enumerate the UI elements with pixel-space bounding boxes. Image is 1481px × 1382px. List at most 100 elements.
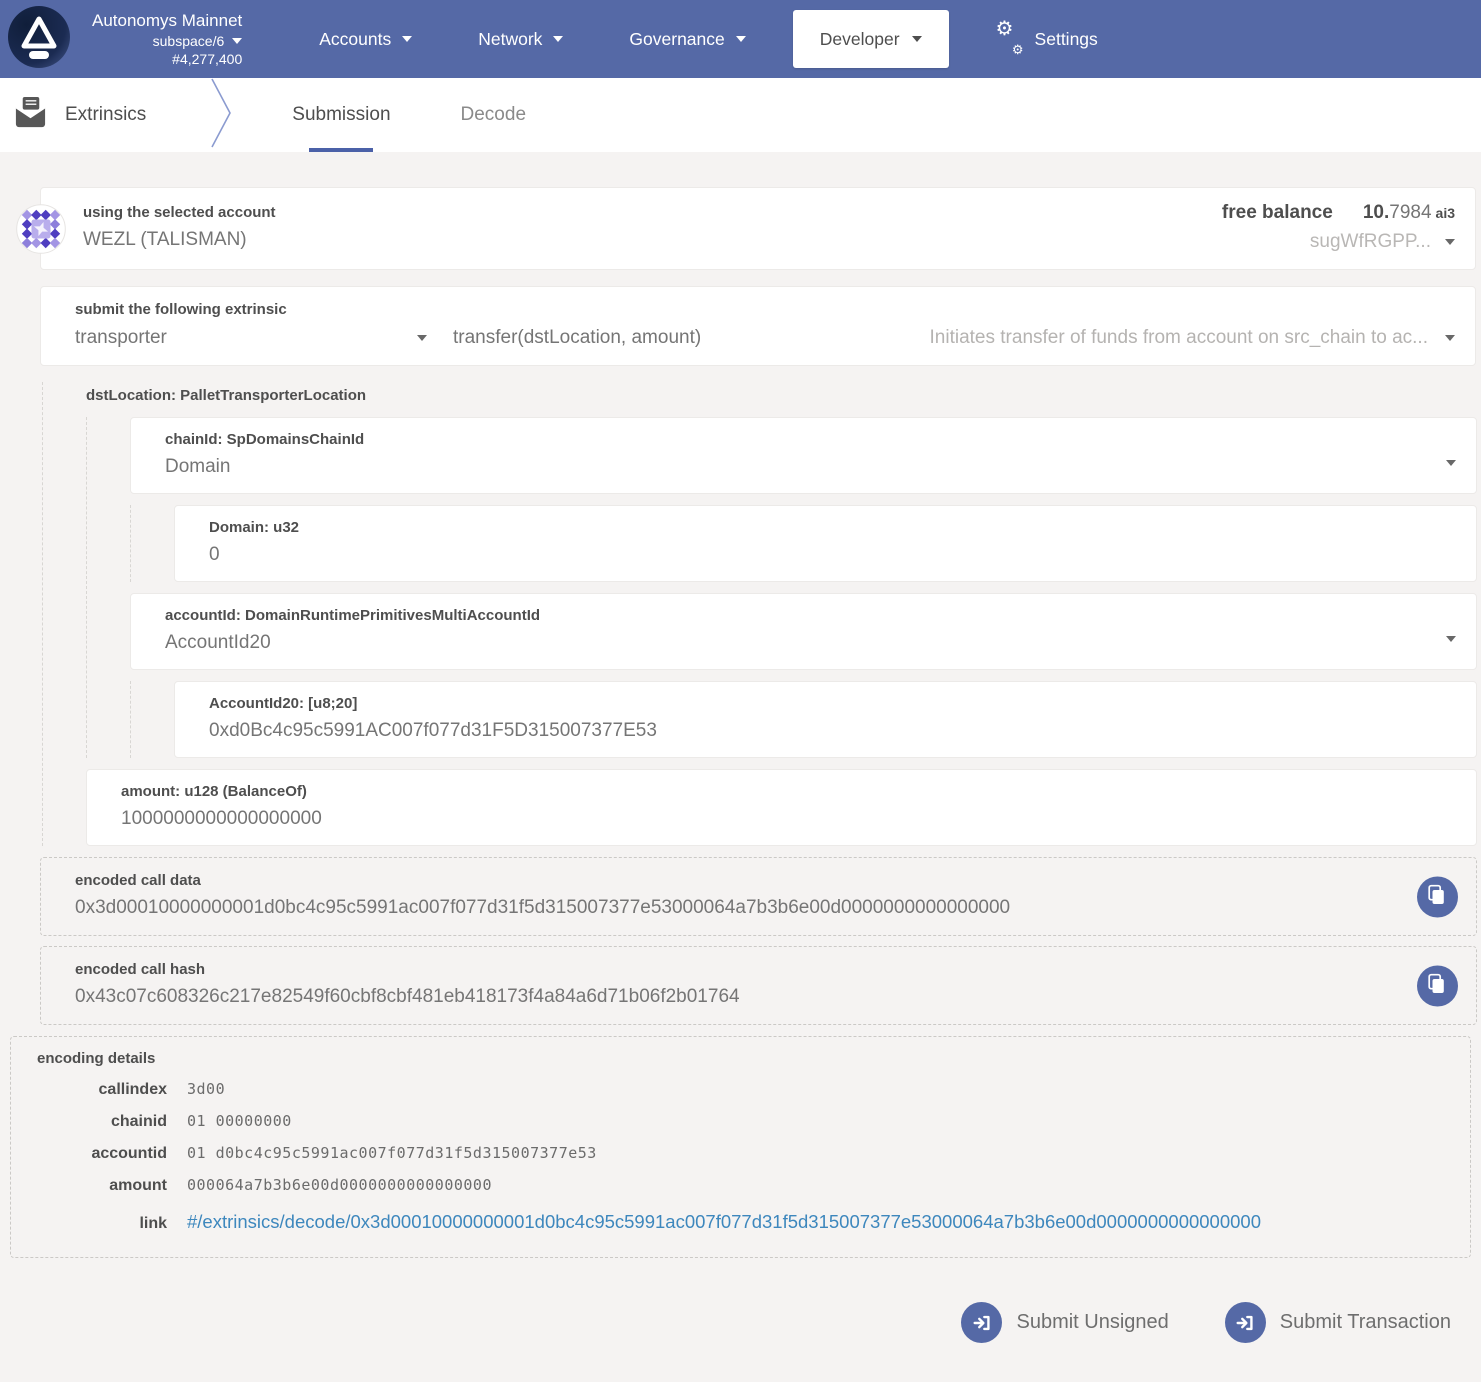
params-tree: dstLocation: PalletTransporterLocation c…: [42, 382, 1477, 846]
chain-id-select[interactable]: Domain: [165, 456, 1456, 478]
encoded-call-hash-label: encoded call hash: [75, 961, 1456, 978]
encoding-row-value: 000064a7b3b6e00d0000000000000000: [187, 1176, 492, 1194]
chevron-down-icon: [402, 36, 412, 42]
account-id-children: AccountId20: [u8;20] 0xd0Bc4c95c5991AC00…: [130, 681, 1477, 758]
nav-item-developer[interactable]: Developer: [793, 10, 949, 68]
free-balance-row: free balance 10.7984ai3: [1222, 202, 1455, 224]
nav-item-label: Settings: [1035, 29, 1098, 50]
amount-input-card: amount: u128 (BalanceOf) 100000000000000…: [86, 769, 1477, 846]
encoding-row-label: callindex: [37, 1081, 167, 1099]
submit-actions: Submit Unsigned Submit Transaction: [0, 1302, 1451, 1343]
encoding-row-amount: amount 000064a7b3b6e00d0000000000000000: [37, 1176, 1450, 1195]
chain-info: Autonomys Mainnet subspace/6 #4,277,400: [92, 10, 242, 68]
extrinsics-envelope-icon: [13, 95, 48, 135]
encoded-call-hash-box: encoded call hash 0x43c07c608326c217e825…: [40, 946, 1477, 1025]
encoding-row-label: amount: [37, 1177, 167, 1195]
account-id-label: accountId: DomainRuntimePrimitivesMultiA…: [165, 607, 1456, 624]
nav-item-governance[interactable]: Governance: [596, 0, 778, 78]
nav-item-label: Governance: [629, 29, 724, 50]
account-name: WEZL (TALISMAN): [83, 229, 276, 251]
submit-unsigned-label: Submit Unsigned: [1016, 1311, 1168, 1334]
account-identicon[interactable]: [16, 204, 66, 254]
chevron-down-icon: [553, 36, 563, 42]
chain-id-select-card: chainId: SpDomainsChainId Domain: [130, 417, 1477, 494]
page-title: Extrinsics: [65, 104, 146, 126]
copy-call-data-button[interactable]: [1417, 876, 1458, 917]
copy-call-hash-button[interactable]: [1417, 965, 1458, 1006]
runtime-selector[interactable]: subspace/6: [92, 32, 242, 50]
nav-item-label: Network: [478, 29, 542, 50]
encoding-row-accountid: accountid 01 d0bc4c95c5991ac007f077d31f5…: [37, 1144, 1450, 1163]
encoding-row-link: link #/extrinsics/decode/0x3d00010000000…: [37, 1211, 1450, 1233]
chevron-down-icon: [1445, 335, 1455, 341]
encoding-details-title: encoding details: [37, 1050, 1450, 1067]
tab-bar: Submission Decode: [292, 78, 526, 152]
amount-input[interactable]: 1000000000000000000: [121, 808, 1456, 830]
selected-account: using the selected account WEZL (TALISMA…: [83, 204, 276, 251]
account-address-dropdown[interactable]: sugWfRGPP...: [1310, 231, 1455, 253]
nav-item-network[interactable]: Network: [445, 0, 596, 78]
nav-item-settings[interactable]: ⚙⚙ Settings: [963, 0, 1131, 78]
pallet-select-value: transporter: [75, 327, 167, 349]
encoding-row-label: accountid: [37, 1145, 167, 1163]
page-subheader: Extrinsics Submission Decode: [0, 78, 1481, 152]
breadcrumb-chevron-icon: [208, 76, 234, 155]
encoded-call-data-value: 0x3d00010000000001d0bc4c95c5991ac007f077…: [75, 897, 1456, 919]
autonomys-logo-icon: [8, 6, 70, 73]
account-id-select[interactable]: AccountId20: [165, 632, 1456, 654]
top-navbar: Autonomys Mainnet subspace/6 #4,277,400 …: [0, 0, 1481, 78]
chain-id-children: Domain: u32 0: [130, 505, 1477, 582]
block-number: #4,277,400: [92, 50, 242, 68]
domain-input[interactable]: 0: [209, 544, 1456, 566]
dst-location-label: dstLocation: PalletTransporterLocation: [86, 382, 1477, 417]
account-balance-block: free balance 10.7984ai3 sugWfRGPP...: [1222, 202, 1455, 253]
encoded-call-hash-value: 0x43c07c608326c217e82549f60cbf8cbf481eb4…: [75, 986, 1456, 1008]
account-id20-input[interactable]: 0xd0Bc4c95c5991AC007f077d31F5D315007377E…: [209, 720, 1456, 742]
submit-transaction-label: Submit Transaction: [1280, 1311, 1451, 1334]
nav-item-accounts[interactable]: Accounts: [286, 0, 445, 78]
domain-input-card: Domain: u32 0: [174, 505, 1477, 582]
chain-id-label: chainId: SpDomainsChainId: [165, 431, 1456, 448]
nav-menu: Accounts Network Governance Developer ⚙⚙…: [286, 0, 1131, 78]
decode-link[interactable]: #/extrinsics/decode/0x3d00010000000001d0…: [187, 1211, 1261, 1233]
account-id20-input-card: AccountId20: [u8;20] 0xd0Bc4c95c5991AC00…: [174, 681, 1477, 758]
encoded-call-data-label: encoded call data: [75, 872, 1456, 889]
account-id20-label: AccountId20: [u8;20]: [209, 695, 1456, 712]
method-select[interactable]: transfer(dstLocation, amount) Initiates …: [453, 327, 1455, 349]
chevron-down-icon: [1446, 460, 1456, 466]
sign-in-arrow-icon: [961, 1302, 1002, 1343]
encoding-row-value: 3d00: [187, 1080, 225, 1098]
runtime-label: subspace/6: [153, 32, 225, 50]
method-select-value: transfer(dstLocation, amount): [453, 327, 701, 349]
encoding-row-value: 01 00000000: [187, 1112, 292, 1130]
encoding-row-callindex: callindex 3d00: [37, 1080, 1450, 1099]
tab-decode[interactable]: Decode: [461, 78, 527, 152]
extrinsic-select-card: submit the following extrinsic transport…: [40, 286, 1476, 366]
nav-item-label: Accounts: [319, 29, 391, 50]
tab-submission[interactable]: Submission: [292, 78, 390, 152]
free-balance-value: 10.7984ai3: [1363, 202, 1455, 224]
extrinsic-label: submit the following extrinsic: [75, 301, 1455, 318]
nav-item-label: Developer: [820, 29, 900, 50]
encoding-details-box: encoding details callindex 3d00 chainid …: [10, 1036, 1471, 1258]
chevron-down-icon: [417, 335, 427, 341]
account-id-select-card: accountId: DomainRuntimePrimitivesMultiA…: [130, 593, 1477, 670]
copy-icon: [1428, 974, 1447, 998]
account-address-short: sugWfRGPP...: [1310, 231, 1431, 253]
method-description: Initiates transfer of funds from account…: [930, 327, 1428, 349]
account-label: using the selected account: [83, 204, 276, 221]
encoding-row-chainid: chainid 01 00000000: [37, 1112, 1450, 1131]
submit-transaction-button[interactable]: Submit Transaction: [1225, 1302, 1451, 1343]
chevron-down-icon: [1446, 636, 1456, 642]
copy-icon: [1428, 885, 1447, 909]
domain-label: Domain: u32: [209, 519, 1456, 536]
chevron-down-icon: [736, 36, 746, 42]
settings-gear-icon: ⚙⚙: [996, 25, 1024, 53]
extrinsic-selects-row: transporter transfer(dstLocation, amount…: [75, 327, 1455, 349]
submit-unsigned-button[interactable]: Submit Unsigned: [961, 1302, 1168, 1343]
chevron-down-icon: [912, 36, 922, 42]
pallet-select[interactable]: transporter: [75, 327, 427, 349]
account-selector-card: using the selected account WEZL (TALISMA…: [40, 187, 1476, 270]
dst-location-children: chainId: SpDomainsChainId Domain Domain:…: [86, 417, 1477, 758]
encoding-row-label: link: [37, 1215, 167, 1233]
